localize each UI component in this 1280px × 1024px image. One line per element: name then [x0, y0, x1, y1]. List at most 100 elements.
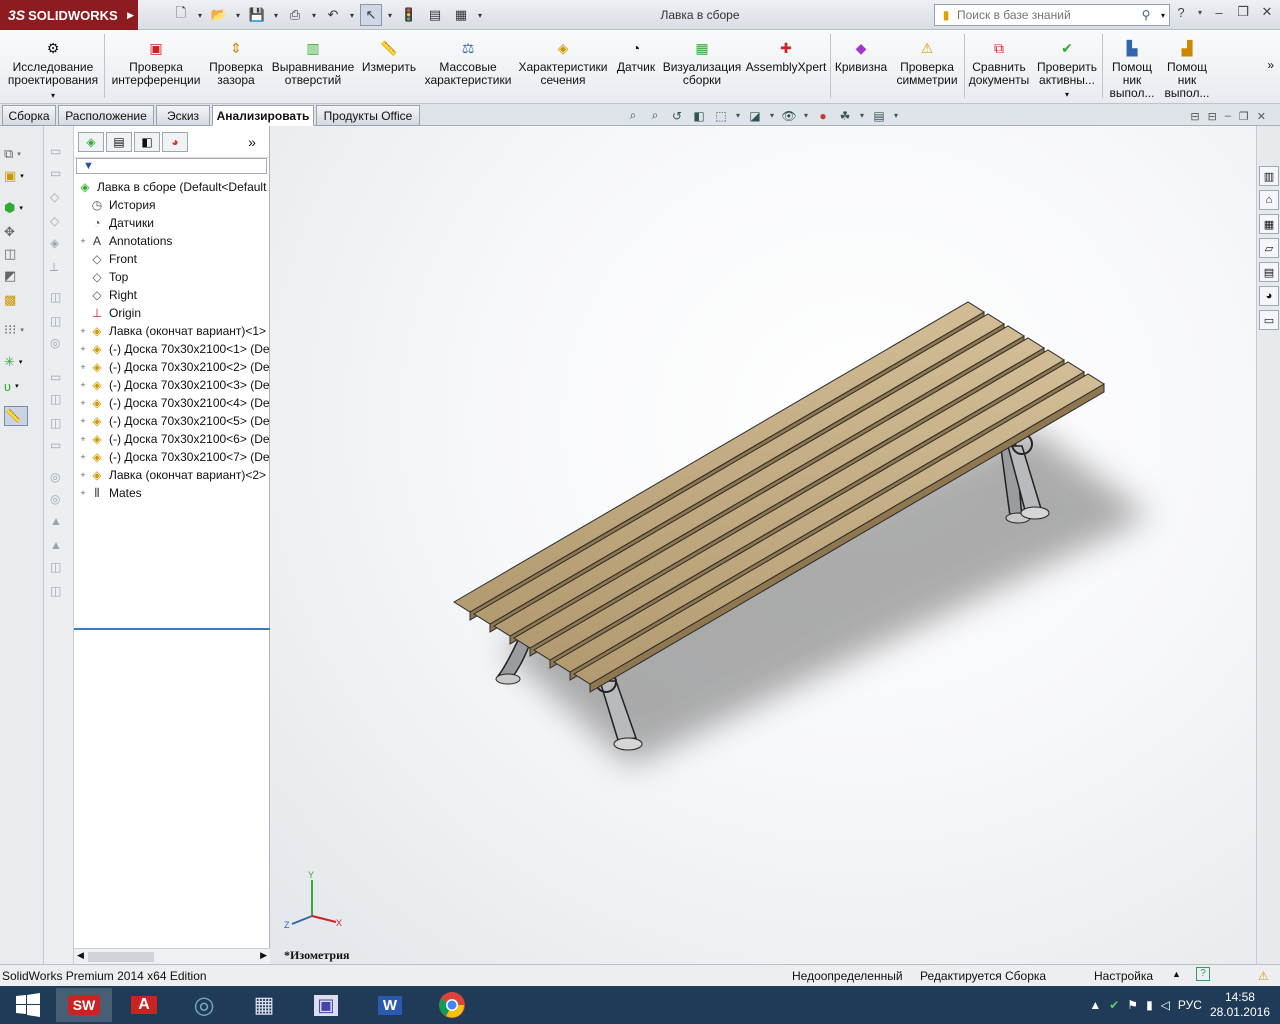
minimize-icon[interactable]: – — [1225, 110, 1231, 123]
move-component-tool[interactable]: ✥ — [4, 222, 40, 242]
chevron-down-icon[interactable]: ▾ — [386, 4, 394, 26]
tool-icon[interactable]: ◫ — [50, 290, 68, 306]
file-properties-icon[interactable]: ▤ — [424, 4, 446, 26]
zoom-to-area-icon[interactable]: ⌕ — [646, 108, 664, 123]
tool-icon[interactable]: ◈ — [50, 236, 68, 252]
chevron-down-icon[interactable]: ▾ — [19, 358, 23, 366]
chevron-down-icon[interactable]: ▾ — [51, 89, 55, 102]
view-settings-icon[interactable]: ▤ — [870, 109, 888, 123]
display-style-icon[interactable]: ◪ — [746, 109, 764, 123]
chevron-down-icon[interactable]: ▾ — [1196, 8, 1204, 17]
clock[interactable]: 14:58 28.01.2016 — [1210, 990, 1270, 1020]
hide-show-items-icon[interactable]: 👁 — [780, 109, 798, 123]
restore-icon[interactable]: ❐ — [1239, 110, 1249, 123]
previous-view-icon[interactable]: ↺ — [668, 109, 686, 123]
select-pointer-icon[interactable]: ↖ — [360, 4, 382, 26]
chevron-down-icon[interactable]: ▾ — [20, 326, 24, 334]
design-study-button[interactable]: ⚙ Исследование проектирования ▾ — [4, 30, 102, 104]
assembly-features-tool[interactable]: ◩ — [4, 266, 40, 286]
tool-icon[interactable]: ◇ — [50, 190, 68, 206]
chevron-down-icon[interactable]: ▾ — [858, 111, 866, 120]
new-document-icon[interactable]: 🗋 — [170, 4, 192, 26]
tab-layout[interactable]: Расположение — [58, 105, 154, 126]
tool-icon[interactable]: ⟂ — [50, 260, 68, 276]
chevron-down-icon[interactable]: ▾ — [196, 4, 204, 26]
tree-item[interactable]: + ◈ Лавка (окончат вариант)<2> — [78, 466, 266, 484]
more-tabs-icon[interactable]: » — [239, 132, 265, 152]
expand-icon[interactable]: + — [78, 362, 88, 372]
tab-assembly[interactable]: Сборка — [2, 105, 56, 126]
chevron-down-icon[interactable]: ▾ — [272, 4, 280, 26]
smart-fasteners-tool[interactable]: ⬢ ▾ — [4, 198, 40, 218]
show-hidden-tool[interactable]: ◫ — [4, 244, 40, 264]
mass-properties-button[interactable]: ⚖ Массовые характеристики — [422, 30, 514, 104]
expand-icon[interactable]: + — [78, 236, 88, 246]
tree-item[interactable]: ⊥ Origin — [78, 304, 141, 322]
chevron-down-icon[interactable]: ▾ — [892, 111, 900, 120]
tool-icon[interactable]: ◫ — [50, 314, 68, 330]
scroll-right-icon[interactable]: ▶ — [260, 950, 267, 961]
chevron-down-icon[interactable]: ▾ — [310, 4, 318, 26]
autocad-icon[interactable]: A — [116, 988, 172, 1022]
expand-icon[interactable]: + — [78, 344, 88, 354]
split-view-icon[interactable]: ⊟ — [1190, 110, 1199, 123]
tool-icon[interactable]: ▭ — [50, 144, 68, 160]
chevron-down-icon[interactable]: ▾ — [802, 111, 810, 120]
network-icon[interactable]: ▮ — [1146, 998, 1153, 1012]
floppy-save-icon[interactable]: ▣ — [298, 988, 354, 1022]
compare-documents-button[interactable]: ⧉ Сравнить документы — [966, 30, 1032, 104]
mate-tool[interactable]: ▣ ▾ — [4, 166, 40, 186]
security-icon[interactable]: ✔ — [1109, 998, 1119, 1012]
expand-icon[interactable]: + — [78, 488, 88, 498]
insert-components-tool[interactable]: ⧉ ▾ — [4, 144, 40, 164]
design-library-tab-icon[interactable]: ▦ — [1259, 214, 1279, 234]
volume-icon[interactable]: ◁ — [1161, 998, 1170, 1012]
tree-item[interactable]: + ◈ (-) Доска 70x30x2100<4> (De — [78, 394, 269, 412]
undo-icon[interactable]: ↶ — [322, 4, 344, 26]
view-orientation-icon[interactable]: ⬚ — [712, 109, 730, 123]
home-tab-icon[interactable]: ⌂ — [1259, 190, 1279, 210]
help-icon[interactable]: ? — [1172, 5, 1190, 20]
tool-icon[interactable]: ◎ — [50, 492, 68, 508]
tree-item[interactable]: + A Annotations — [78, 232, 172, 250]
tool-icon[interactable]: ◎ — [50, 470, 68, 486]
tab-office-products[interactable]: Продукты Office — [316, 105, 420, 126]
chevron-down-icon[interactable]: ▾ — [348, 4, 356, 26]
chevron-down-icon[interactable]: ▾ — [15, 382, 19, 390]
chevron-down-icon[interactable]: ▾ — [1065, 88, 1069, 101]
tree-item[interactable]: + ◈ (-) Доска 70x30x2100<2> (De — [78, 358, 269, 376]
tool-icon[interactable]: ◇ — [50, 214, 68, 230]
tool-icon[interactable]: ◫ — [50, 560, 68, 576]
chevron-down-icon[interactable]: ▾ — [19, 204, 23, 212]
word-icon[interactable]: W — [362, 988, 418, 1022]
expand-icon[interactable]: + — [78, 398, 88, 408]
chevron-down-icon[interactable]: ▾ — [20, 172, 24, 180]
windows-start-icon[interactable] — [0, 988, 56, 1022]
curvature-button[interactable]: ◆ Кривизна — [832, 30, 890, 104]
hole-alignment-button[interactable]: ▥ Выравнивание отверстий — [270, 30, 356, 104]
calculator-icon[interactable]: ▦ — [236, 988, 292, 1022]
tree-item[interactable]: + ◈ (-) Доска 70x30x2100<3> (De — [78, 376, 269, 394]
tool-icon[interactable]: ▲ — [50, 538, 68, 554]
chevron-down-icon[interactable]: ▾ — [17, 150, 21, 158]
reference-geometry-tool[interactable]: ▩ — [4, 290, 40, 310]
tool-icon[interactable]: ▭ — [50, 166, 68, 182]
language-indicator[interactable]: РУС — [1178, 998, 1202, 1012]
tree-item[interactable]: + ◈ (-) Доска 70x30x2100<6> (De — [78, 430, 269, 448]
options-icon[interactable]: ▦ — [450, 4, 472, 26]
custom-properties-tab-icon[interactable]: ▭ — [1259, 310, 1279, 330]
tool-icon[interactable]: ◎ — [50, 336, 68, 352]
save-icon[interactable]: 💾 — [246, 4, 268, 26]
display-manager-tab-icon[interactable]: ◕ — [162, 132, 188, 152]
ribbon-expand-icon[interactable]: » — [1267, 58, 1274, 72]
edit-appearance-icon[interactable]: ● — [814, 109, 832, 123]
property-manager-tab-icon[interactable]: ▤ — [106, 132, 132, 152]
chevron-down-icon[interactable]: ▾ — [734, 111, 742, 120]
zoom-to-fit-icon[interactable]: ⌕ — [624, 108, 642, 123]
scroll-left-icon[interactable]: ◀ — [77, 950, 84, 961]
assistant2-button[interactable]: ▟ Помощ ник выпол... — [1160, 30, 1214, 104]
flag-icon[interactable]: ⚑ — [1127, 998, 1138, 1012]
symmetry-check-button[interactable]: ⚠ Проверка симметрии — [892, 30, 962, 104]
horizontal-scrollbar[interactable]: ◀ ▶ — [74, 948, 270, 964]
clearance-button[interactable]: ⇕ Проверка зазора — [204, 30, 268, 104]
